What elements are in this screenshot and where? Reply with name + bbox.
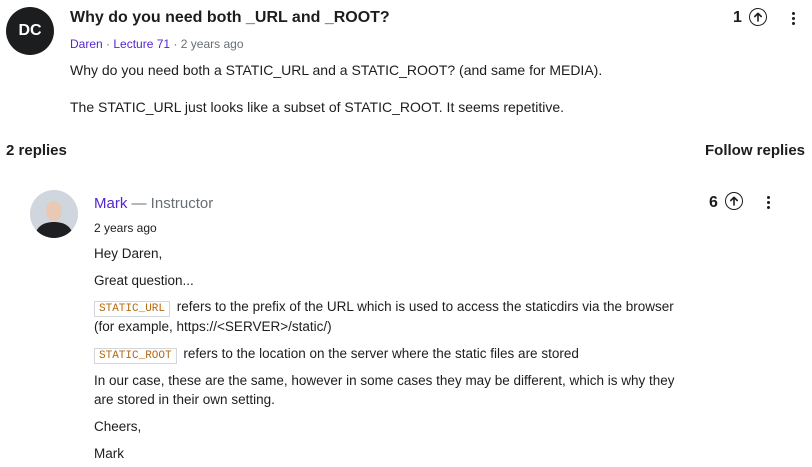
reply-upvote-count: 6 [709,194,718,211]
reply-line: Great question... [94,273,194,288]
more-vertical-icon[interactable] [765,196,771,209]
question-body-line: Why do you need both a STATIC_URL and a … [70,62,603,78]
reply-time: 2 years ago [94,221,157,235]
question-time: 2 years ago [180,37,244,51]
avatar-initials: DC [18,22,42,39]
arrow-up-circle-icon[interactable] [725,192,743,210]
question-title[interactable]: Why do you need both _URL and _ROOT? [70,9,390,27]
reply-line: are stored in their own setting. [94,392,275,407]
reply-greeting: Hey Daren, [94,246,163,261]
meta-separator: · [173,37,181,51]
code-static-root: STATIC_ROOT [94,348,177,364]
reply-line: In our case, these are the same, however… [94,373,675,388]
reply-code-line: STATIC_URL refers to the prefix of the U… [94,297,674,319]
question-upvote-count: 1 [733,9,742,26]
code-static-url: STATIC_URL [94,301,171,317]
reply-line: (for example, https://<SERVER>/static/) [94,319,332,334]
replies-count: 2 replies [6,142,67,159]
question-meta: Daren · Lecture 71 · 2 years ago [70,37,244,51]
reply-signature: Mark [94,446,124,461]
avatar: DC [6,7,54,55]
lecture-link[interactable]: Lecture 71 [113,37,170,51]
question-body-line: The STATIC_URL just looks like a subset … [70,99,565,115]
arrow-up-circle-icon[interactable] [749,8,767,26]
question-author-link[interactable]: Daren [70,37,103,51]
reply-author-name[interactable]: Mark [94,195,127,212]
reply-text: refers to the prefix of the URL which is… [176,299,674,314]
follow-replies-button[interactable]: Follow replies [705,142,805,159]
reply-author: Mark — Instructor [94,195,213,212]
more-vertical-icon[interactable] [790,12,796,25]
avatar [30,190,78,238]
reply-author-role: — Instructor [131,195,214,212]
reply-code-line: STATIC_ROOT refers to the location on th… [94,344,579,366]
reply-text: refers to the location on the server whe… [183,346,579,361]
reply-signoff: Cheers, [94,419,142,434]
